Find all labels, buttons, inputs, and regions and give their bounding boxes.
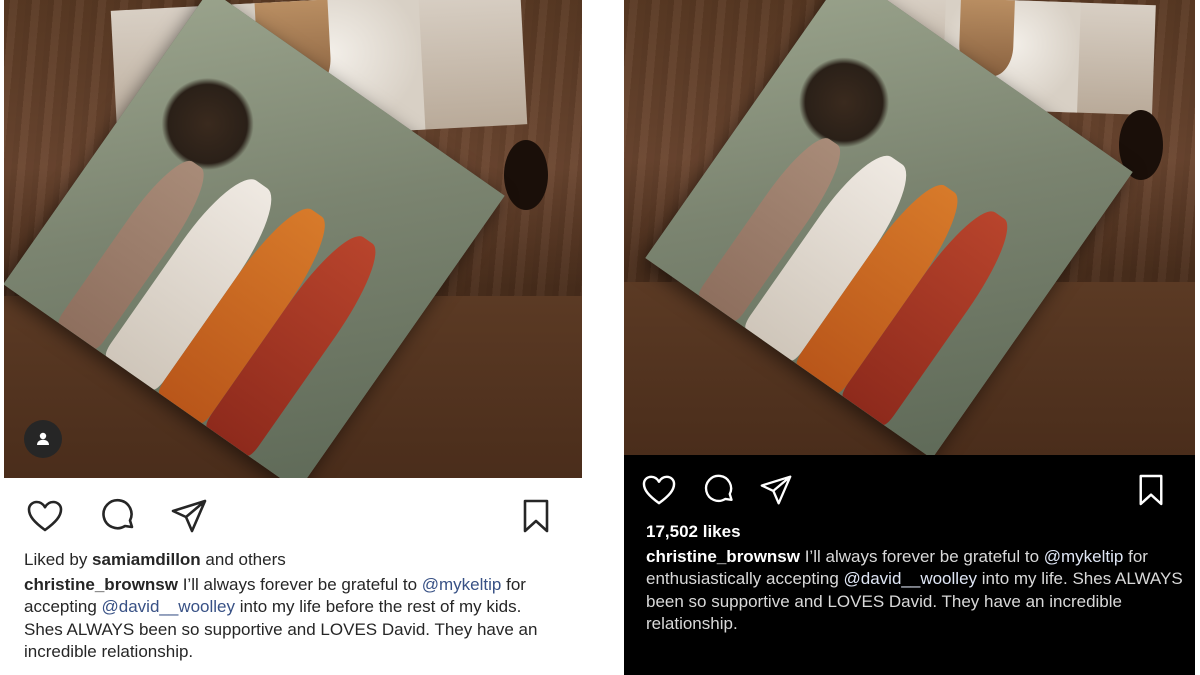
caption-username[interactable]: christine_brownsw: [24, 575, 178, 594]
mention-link[interactable]: @mykeltip: [1044, 547, 1124, 566]
user-tag-icon[interactable]: [24, 420, 62, 458]
right-instagram-post: 17,502 likes christine_brownsw I’ll alwa…: [624, 0, 1195, 675]
mention-link[interactable]: @david__woolley: [102, 597, 236, 616]
post-actions-bar: [624, 470, 1195, 510]
heart-icon[interactable]: [639, 470, 679, 510]
mention-link[interactable]: @david__woolley: [844, 569, 978, 588]
liked-by-line: Liked by samiamdillon and others: [24, 549, 564, 572]
likes-count[interactable]: 17,502 likes: [646, 521, 1186, 544]
share-icon[interactable]: [169, 496, 209, 536]
post-photo[interactable]: [4, 0, 582, 478]
wood-knot: [504, 140, 548, 210]
caption-segment: I’ll always forever be grateful to: [799, 546, 1044, 566]
share-icon[interactable]: [756, 470, 796, 510]
caption-username[interactable]: christine_brownsw: [646, 547, 800, 566]
liked-by-prefix: Liked by: [24, 550, 93, 569]
heart-icon[interactable]: [25, 496, 65, 536]
liked-by-username[interactable]: samiamdillon: [92, 550, 201, 569]
bookmark-icon[interactable]: [1131, 470, 1171, 510]
caption-text: christine_brownsw I’ll always forever be…: [24, 574, 564, 664]
comment-icon[interactable]: [98, 496, 138, 536]
post-photo[interactable]: [624, 0, 1195, 455]
bookmark-icon[interactable]: [516, 496, 556, 536]
mention-link[interactable]: @mykeltip: [422, 575, 502, 594]
comment-icon[interactable]: [699, 470, 739, 510]
left-instagram-post: Liked by samiamdillon and others christi…: [4, 0, 582, 675]
post-caption: Liked by samiamdillon and others christi…: [24, 549, 564, 664]
caption-segment: I’ll always forever be grateful to: [177, 574, 422, 594]
liked-by-suffix[interactable]: and others: [201, 550, 285, 569]
post-caption: 17,502 likes christine_brownsw I’ll alwa…: [646, 521, 1186, 636]
caption-text: christine_brownsw I’ll always forever be…: [646, 546, 1186, 636]
post-actions-bar: [4, 496, 582, 536]
